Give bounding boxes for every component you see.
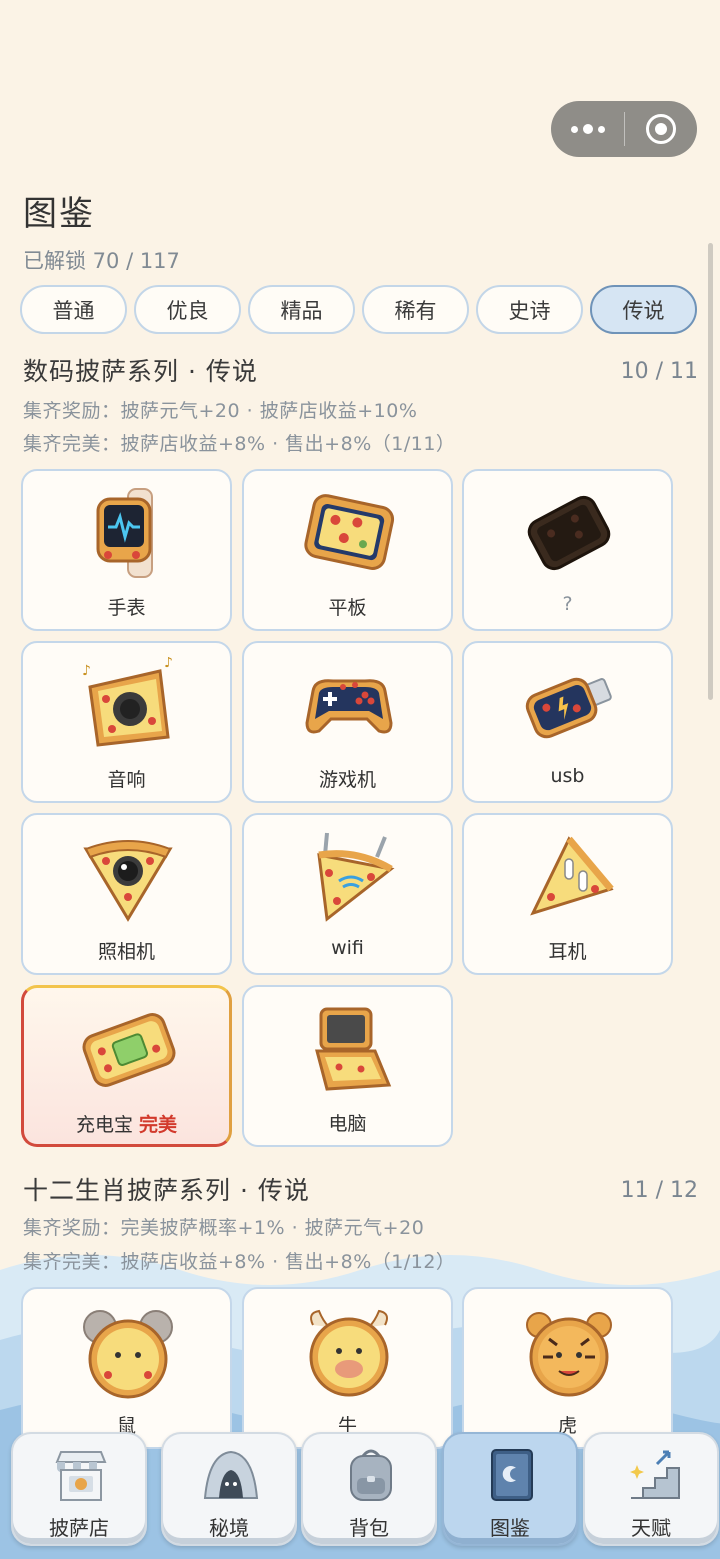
nav-label: 秘境 xyxy=(209,1516,249,1540)
scrollbar[interactable] xyxy=(708,243,713,700)
card-label: 平板 xyxy=(328,597,367,619)
card-label: 耳机 xyxy=(548,941,587,963)
nav-label: 披萨店 xyxy=(49,1516,109,1540)
section-count-zodiac: 11 / 12 xyxy=(620,1178,698,1203)
tab-epic[interactable]: 史诗 xyxy=(476,285,583,334)
nav-pizza-shop[interactable]: 披萨店 xyxy=(11,1432,147,1546)
collection-card-laptop[interactable]: 电脑 xyxy=(242,985,453,1147)
target-icon xyxy=(646,114,676,144)
pizza-usb-icon xyxy=(525,677,612,739)
section-count-digital: 10 / 11 xyxy=(620,359,698,384)
set-reward: 集齐奖励：完美披萨概率+1% · 披萨元气+20 xyxy=(23,1217,425,1239)
stairs-icon xyxy=(630,1450,680,1499)
cave-icon xyxy=(203,1450,259,1499)
collection-card-tablet[interactable]: 平板 xyxy=(242,469,453,631)
collection-card-locked[interactable]: ? xyxy=(462,469,673,631)
nav-backpack[interactable]: 背包 xyxy=(301,1432,437,1546)
svg-text:♪: ♪ xyxy=(82,663,91,679)
dot-icon xyxy=(570,125,578,133)
tab-rare[interactable]: 稀有 xyxy=(362,285,469,334)
unlock-progress: 已解锁 70 / 117 xyxy=(23,249,180,273)
section-title-digital: 数码披萨系列 · 传说 xyxy=(23,357,258,386)
pizza-speaker-icon: ♪ ♪ xyxy=(82,657,173,747)
pizza-earbuds-icon xyxy=(530,836,614,916)
set-reward: 集齐奖励：披萨元气+20 · 披萨店收益+10% xyxy=(23,400,418,422)
card-label: 音响 xyxy=(107,769,146,791)
collection-card-speaker[interactable]: ♪ ♪ 音响 xyxy=(21,641,232,803)
bottom-nav: 披萨店 秘境 背包 图鉴 天赋 xyxy=(0,1424,720,1559)
card-label: usb xyxy=(550,765,585,787)
card-label: 充电宝 完美 xyxy=(75,1114,178,1136)
pizza-powerbank-icon xyxy=(82,1013,176,1087)
pizza-rat-icon xyxy=(83,1310,173,1399)
collection-card-earbuds[interactable]: 耳机 xyxy=(462,813,673,975)
card-label: ? xyxy=(562,593,573,615)
svg-text:♪: ♪ xyxy=(164,657,173,671)
collection-card-usb[interactable]: usb xyxy=(462,641,673,803)
collection-card-wifi[interactable]: wifi xyxy=(242,813,453,975)
collection-card-watch[interactable]: 手表 xyxy=(21,469,232,631)
dot-icon xyxy=(597,125,605,133)
pizza-tablet-icon xyxy=(304,494,395,570)
set-perfect-reward: 集齐完美：披萨店收益+8% · 售出+8%（1/11） xyxy=(23,433,456,455)
pizza-tiger-icon xyxy=(526,1312,612,1397)
nav-label: 天赋 xyxy=(631,1516,671,1540)
backpack-icon xyxy=(350,1449,392,1501)
more-menu-button[interactable] xyxy=(551,101,624,157)
rarity-tabs: 普通 优良 精品 稀有 史诗 传说 xyxy=(20,285,697,334)
tab-common[interactable]: 普通 xyxy=(20,285,127,334)
card-label: 手表 xyxy=(107,597,146,619)
tab-fine[interactable]: 精品 xyxy=(248,285,355,334)
nav-label: 背包 xyxy=(349,1516,389,1540)
perfect-badge: 完美 xyxy=(139,1114,178,1136)
pizza-ox-icon xyxy=(309,1309,389,1397)
close-program-button[interactable] xyxy=(625,101,697,157)
pizza-gamepad-icon xyxy=(305,679,393,734)
pizza-watch-icon xyxy=(96,488,153,578)
card-label: wifi xyxy=(331,937,364,959)
set-perfect-reward: 集齐完美：披萨店收益+8% · 售出+8%（1/12） xyxy=(23,1251,456,1273)
card-label: 照相机 xyxy=(97,941,155,963)
collection-card-powerbank[interactable]: 充电宝 完美 xyxy=(21,985,232,1147)
nav-collection[interactable]: 图鉴 xyxy=(442,1432,578,1546)
collection-card-camera[interactable]: 照相机 xyxy=(21,813,232,975)
pizza-camera-icon xyxy=(83,840,173,922)
pizza-laptop-icon xyxy=(315,1007,392,1091)
pizza-wifi-icon xyxy=(317,832,395,922)
locked-phone-icon xyxy=(527,495,611,571)
page-title: 图鉴 xyxy=(23,194,95,234)
book-icon xyxy=(491,1449,533,1501)
tab-legendary[interactable]: 传说 xyxy=(590,285,697,334)
dot-icon xyxy=(582,124,593,134)
tab-good[interactable]: 优良 xyxy=(134,285,241,334)
nav-secret-realm[interactable]: 秘境 xyxy=(161,1432,297,1546)
nav-label: 图鉴 xyxy=(490,1516,530,1540)
section-title-zodiac: 十二生肖披萨系列 · 传说 xyxy=(23,1176,310,1205)
card-label: 游戏机 xyxy=(318,769,376,791)
mini-program-capsule xyxy=(551,101,697,157)
pizza-shop-icon xyxy=(55,1451,107,1501)
card-label: 电脑 xyxy=(328,1113,367,1135)
collection-page: 图鉴 已解锁 70 / 117 普通 优良 精品 稀有 史诗 传说 数码披萨系列… xyxy=(0,0,720,1559)
nav-talent[interactable]: 天赋 xyxy=(583,1432,719,1546)
collection-card-gamepad[interactable]: 游戏机 xyxy=(242,641,453,803)
